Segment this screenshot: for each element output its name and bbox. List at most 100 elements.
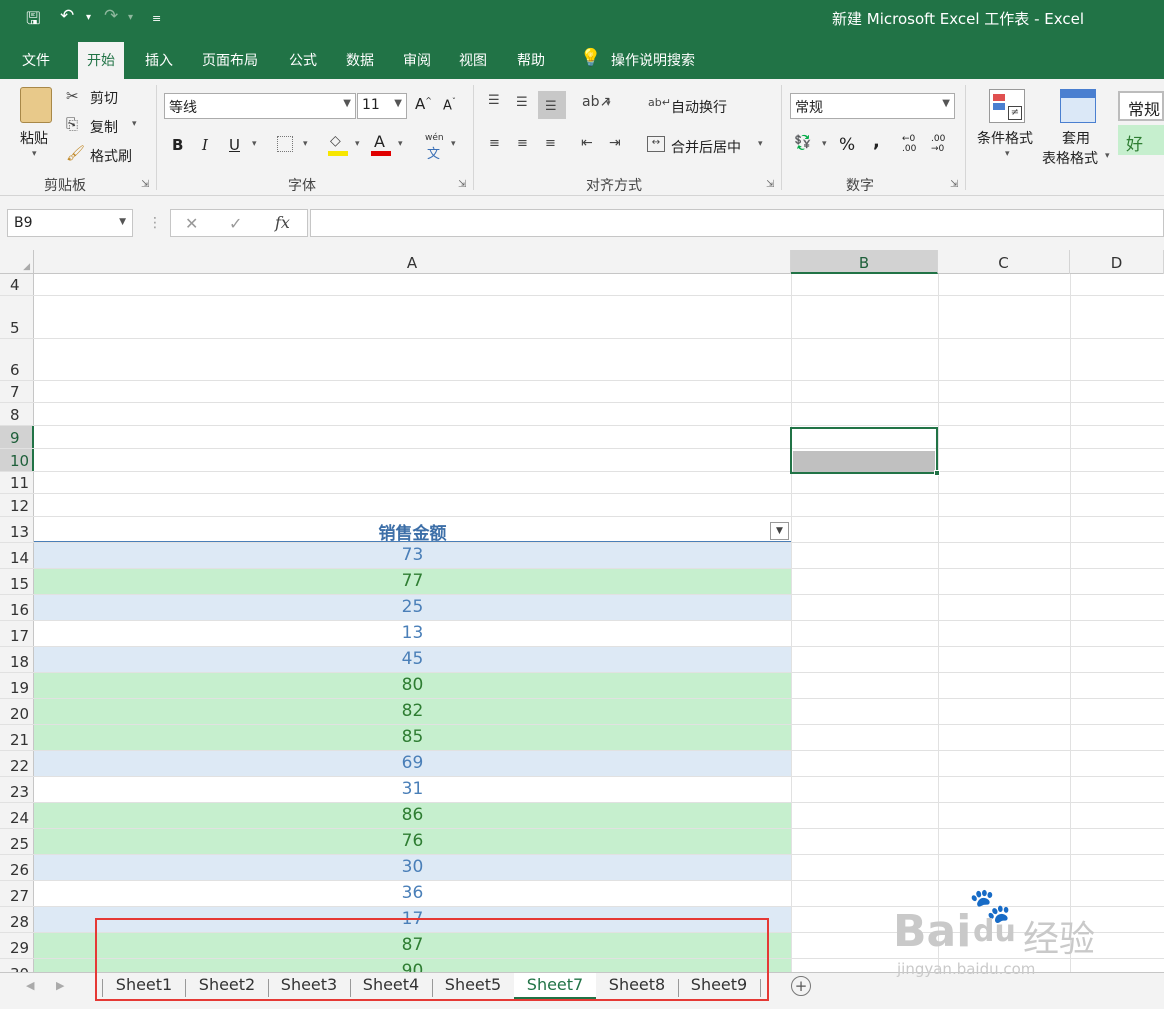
row-header[interactable]: 29 — [0, 933, 34, 958]
cell-a[interactable]: 85 — [34, 725, 791, 750]
format-painter-icon[interactable]: 🖌 — [66, 144, 85, 162]
merge-center-button[interactable]: 合并后居中 — [671, 137, 741, 157]
clipboard-launcher-icon[interactable]: ⇲ — [141, 179, 149, 190]
conditional-format-dropdown-icon[interactable]: ▾ — [1005, 149, 1010, 159]
row-header[interactable]: 30 — [0, 959, 34, 972]
cell-a[interactable] — [34, 403, 791, 425]
name-box[interactable]: B9 ▼ — [7, 209, 133, 237]
filter-dropdown-icon[interactable]: ▼ — [770, 522, 789, 540]
number-format-select[interactable]: 常规 ▼ — [790, 93, 955, 119]
align-left-icon[interactable]: ≡ — [489, 136, 500, 151]
copy-button[interactable]: 复制 — [90, 117, 118, 137]
cell-a[interactable] — [34, 339, 791, 380]
format-as-table-label-1[interactable]: 套用 — [1062, 128, 1090, 148]
cell-a[interactable]: 25 — [34, 595, 791, 620]
font-color-dropdown-icon[interactable]: ▾ — [398, 139, 403, 149]
row-header[interactable]: 7 — [0, 381, 34, 402]
cell-a[interactable]: 45 — [34, 647, 791, 672]
insert-function-icon[interactable]: fx — [275, 213, 290, 232]
italic-button[interactable]: I — [202, 136, 208, 154]
underline-button[interactable]: U — [229, 136, 240, 154]
formula-input[interactable] — [310, 209, 1164, 237]
row-header[interactable]: 24 — [0, 803, 34, 828]
tab-help[interactable]: 帮助 — [517, 50, 545, 70]
align-bottom-icon[interactable]: ☰ — [538, 91, 566, 119]
redo-icon[interactable]: ↷ — [104, 6, 118, 26]
cell-a[interactable]: 77 — [34, 569, 791, 594]
format-as-table-label-2[interactable]: 表格格式 — [1042, 148, 1098, 168]
align-top-icon[interactable]: ☰ — [488, 93, 500, 108]
row-header[interactable]: 28 — [0, 907, 34, 932]
cell-a[interactable]: 69 — [34, 751, 791, 776]
tab-home[interactable]: 开始 — [78, 42, 124, 79]
row-header[interactable]: 25 — [0, 829, 34, 854]
font-size-select[interactable]: 11 ▼ — [357, 93, 407, 119]
scroll-left-icon[interactable]: ◀ — [26, 979, 34, 992]
increase-indent-icon[interactable]: ⇥ — [609, 135, 621, 151]
cell-a[interactable]: 82 — [34, 699, 791, 724]
row-header[interactable]: 20 — [0, 699, 34, 724]
font-launcher-icon[interactable]: ⇲ — [458, 179, 466, 190]
borders-dropdown-icon[interactable]: ▾ — [303, 139, 308, 149]
cell-a[interactable]: 86 — [34, 803, 791, 828]
decrease-decimal-button[interactable]: .00 →0 — [931, 134, 953, 154]
fill-handle[interactable] — [934, 470, 940, 476]
row-header[interactable]: 17 — [0, 621, 34, 646]
font-name-select[interactable]: 等线 ▼ — [164, 93, 356, 119]
alignment-launcher-icon[interactable]: ⇲ — [766, 179, 774, 190]
lightbulb-icon[interactable]: 💡 — [580, 48, 601, 68]
column-header-b[interactable]: B — [791, 250, 938, 274]
row-header[interactable]: 16 — [0, 595, 34, 620]
cell-a[interactable] — [34, 381, 791, 402]
row-header[interactable]: 10 — [0, 449, 34, 471]
row-header[interactable]: 13 — [0, 517, 34, 542]
undo-dropdown-icon[interactable]: ▾ — [86, 12, 91, 23]
selected-range[interactable] — [790, 427, 940, 476]
row-header[interactable]: 23 — [0, 777, 34, 802]
row-header[interactable]: 19 — [0, 673, 34, 698]
increase-font-icon[interactable]: A^ — [415, 95, 432, 113]
percent-style-button[interactable]: % — [839, 135, 855, 155]
selected-cell-b10[interactable] — [793, 451, 935, 472]
accounting-format-icon[interactable]: 💱 — [794, 135, 811, 151]
column-header-d[interactable]: D — [1070, 250, 1164, 274]
cell-a[interactable] — [34, 472, 791, 493]
column-header-c[interactable]: C — [938, 250, 1070, 274]
tab-file[interactable]: 文件 — [22, 50, 50, 70]
cell-a[interactable] — [34, 449, 791, 471]
cell-a[interactable]: 73 — [34, 543, 791, 568]
cell-a[interactable]: 31 — [34, 777, 791, 802]
row-header[interactable]: 14 — [0, 543, 34, 568]
scissors-icon[interactable]: ✂ — [66, 87, 79, 105]
format-as-table-icon[interactable] — [1060, 89, 1096, 123]
fill-color-icon[interactable]: ◇ — [330, 133, 341, 149]
chevron-down-icon[interactable]: ▼ — [119, 217, 126, 227]
paste-dropdown-icon[interactable]: ▾ — [32, 149, 37, 159]
row-header[interactable]: 9 — [0, 426, 34, 448]
wrap-text-button[interactable]: 自动换行 — [671, 97, 727, 117]
row-header[interactable]: 26 — [0, 855, 34, 880]
row-header[interactable]: 5 — [0, 296, 34, 338]
merge-dropdown-icon[interactable]: ▾ — [758, 139, 763, 149]
copy-icon[interactable]: ⎘ — [66, 115, 78, 133]
row-header[interactable]: 11 — [0, 472, 34, 493]
align-center-icon[interactable]: ≡ — [517, 136, 528, 151]
format-as-table-dropdown-icon[interactable]: ▾ — [1105, 151, 1110, 161]
tab-page-layout[interactable]: 页面布局 — [202, 50, 258, 70]
tab-review[interactable]: 审阅 — [403, 50, 431, 70]
style-good[interactable]: 好 — [1118, 125, 1164, 155]
align-right-icon[interactable]: ≡ — [545, 136, 556, 151]
table-header-cell[interactable]: 销售金额 — [34, 517, 791, 544]
row-header[interactable]: 6 — [0, 339, 34, 380]
decrease-indent-icon[interactable]: ⇤ — [581, 135, 593, 151]
phonetic-dropdown-icon[interactable]: ▾ — [451, 139, 456, 149]
row-header[interactable]: 22 — [0, 751, 34, 776]
cell-a[interactable] — [34, 494, 791, 516]
row-header[interactable]: 15 — [0, 569, 34, 594]
paste-icon[interactable] — [20, 87, 52, 123]
tab-insert[interactable]: 插入 — [145, 50, 173, 70]
cell-a[interactable]: 80 — [34, 673, 791, 698]
conditional-format-button[interactable]: 条件格式 — [977, 128, 1033, 148]
underline-dropdown-icon[interactable]: ▾ — [252, 139, 257, 149]
select-all-corner[interactable]: ◢ — [0, 250, 34, 274]
